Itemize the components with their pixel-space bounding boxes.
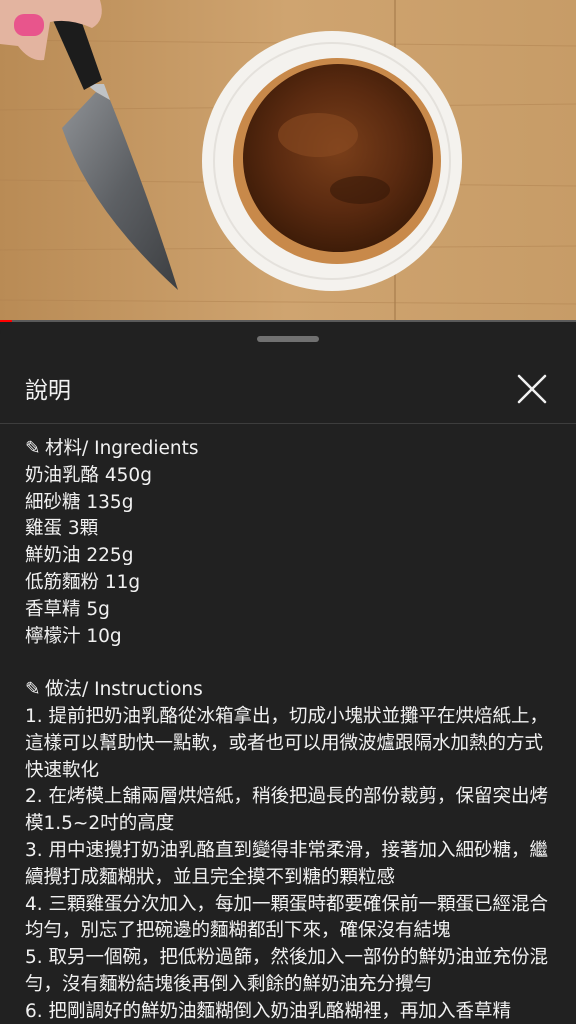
instructions-heading: ✎ 做法/ Instructions (25, 677, 555, 704)
ingredients-heading: ✎ 材料/ Ingredients (25, 436, 555, 463)
ingredient-item: 檸檬汁 10g (25, 625, 122, 647)
pencil-icon: ✎ (25, 438, 41, 459)
video-progress-fill (0, 320, 12, 322)
instruction-step: 2. 在烤模上舖兩層烘焙紙，稍後把過長的部份裁剪，保留突出烤模1.5~2吋的高度 (25, 786, 549, 835)
instruction-step: 4. 三顆雞蛋分次加入，每加一顆蛋時都要確保前一顆蛋已經混合均勻，別忘了把碗邊的… (25, 893, 549, 942)
description-text: ✎ 材料/ Ingredients 奶油乳酪 450g 細砂糖 135g 雞蛋 3… (25, 436, 555, 1024)
video-frame (0, 0, 576, 322)
close-button[interactable] (510, 367, 554, 411)
ingredient-item: 細砂糖 135g (25, 491, 134, 513)
instruction-step: 6. 把剛調好的鮮奶油麵糊倒入奶油乳酪糊裡，再加入香草精 (25, 1000, 512, 1022)
instruction-step: 3. 用中速攪打奶油乳酪直到變得非常柔滑，接著加入細砂糖，繼續攪打成麵糊狀，並且… (25, 839, 549, 888)
panel-title: 說明 (25, 378, 71, 404)
ingredient-item: 香草精 5g (25, 598, 110, 620)
panel-header: 說明 (0, 355, 576, 424)
description-panel: 說明 ✎ 材料/ Ingredients 奶油乳酪 450g 細砂糖 135g 雞… (0, 323, 576, 1024)
video-player[interactable] (0, 0, 576, 322)
close-icon (517, 374, 547, 404)
ingredient-item: 鮮奶油 225g (25, 545, 134, 567)
ingredient-item: 雞蛋 3顆 (25, 518, 99, 540)
instruction-step: 5. 取另一個碗，把低粉過篩，然後加入一部份的鮮奶油並充份混勻，沒有麵粉結塊後再… (25, 947, 549, 995)
instruction-step: 1. 提前把奶油乳酪從冰箱拿出，切成小塊狀並攤平在烘焙紙上，這樣可以幫助快一點軟… (25, 705, 549, 781)
pencil-icon: ✎ (25, 679, 41, 701)
ingredient-item: 低筋麵粉 11g (25, 571, 141, 593)
drag-handle[interactable] (257, 336, 319, 342)
ingredient-item: 奶油乳酪 450g (25, 464, 152, 486)
video-progress-bar[interactable] (0, 320, 576, 322)
